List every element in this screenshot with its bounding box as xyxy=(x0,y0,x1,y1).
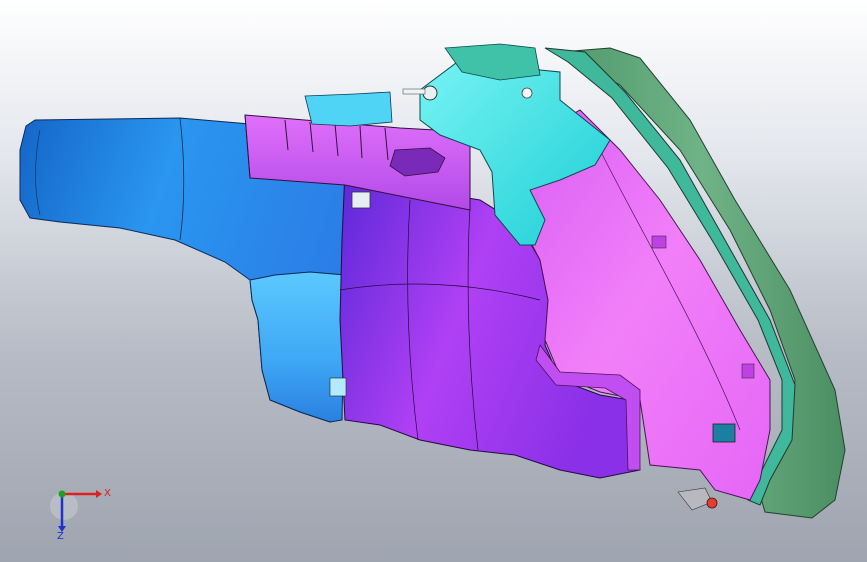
screw-red xyxy=(706,497,718,509)
tab-1 xyxy=(651,235,667,249)
cyan-clip-top xyxy=(304,91,393,127)
pin-rod xyxy=(402,88,426,95)
bracket-slot xyxy=(389,147,446,177)
tab-2 xyxy=(741,363,755,379)
3d-viewport[interactable]: X Z xyxy=(0,0,867,562)
tab-3 xyxy=(329,377,347,397)
blue-housing-lower xyxy=(249,271,346,423)
clip-small xyxy=(351,191,371,209)
axis-z-label: Z xyxy=(57,531,64,542)
axis-triad: X Z xyxy=(44,482,114,546)
bottom-tab xyxy=(677,487,713,511)
cad-model[interactable] xyxy=(0,0,867,562)
axis-x-label: X xyxy=(104,488,111,499)
window-slot xyxy=(712,423,736,443)
